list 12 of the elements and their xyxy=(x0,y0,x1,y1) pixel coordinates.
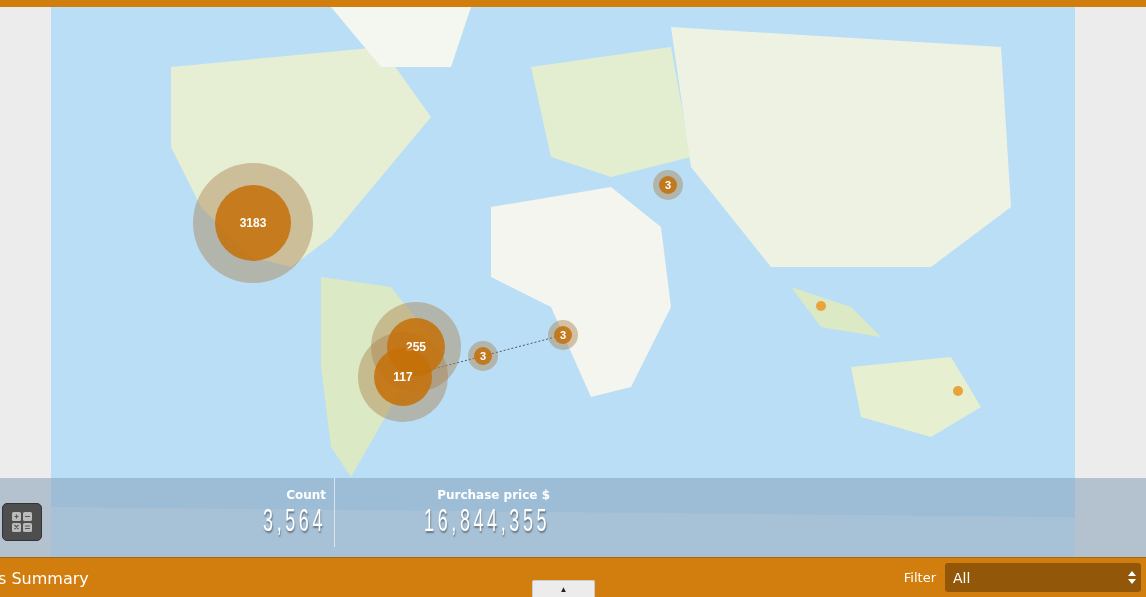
stat-label: Count xyxy=(286,488,326,502)
stat-value: 16,844,355 xyxy=(423,503,550,539)
filter-select[interactable]: All xyxy=(945,563,1141,592)
filter-label: Filter xyxy=(903,570,936,585)
stat-label: Purchase price $ xyxy=(437,488,550,502)
stat-value: 3,564 xyxy=(262,503,326,539)
point-marker[interactable] xyxy=(816,301,826,311)
updown-icon xyxy=(1128,571,1136,584)
expand-toggle[interactable]: ▲ xyxy=(532,580,595,597)
calculator-button[interactable] xyxy=(2,503,42,541)
point-marker[interactable] xyxy=(953,386,963,396)
calculator-icon xyxy=(11,511,33,533)
